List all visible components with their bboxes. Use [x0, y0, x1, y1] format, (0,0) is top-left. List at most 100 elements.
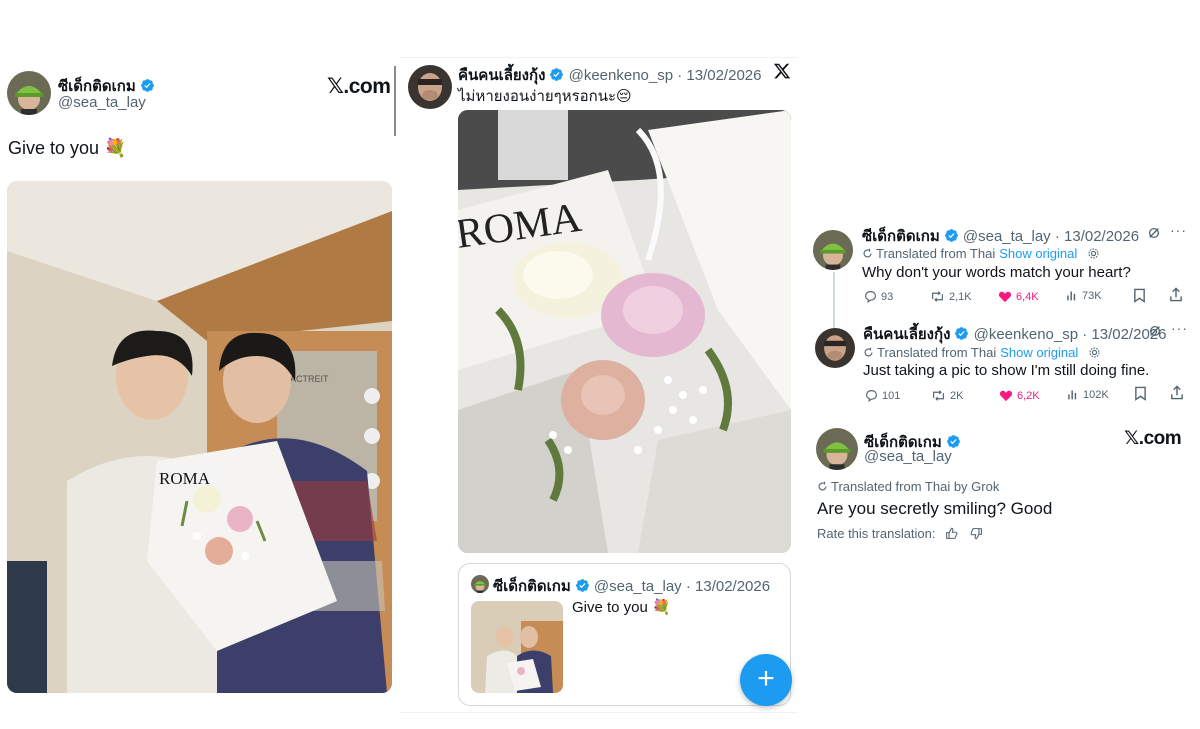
- verified-badge-icon: [954, 326, 969, 341]
- avatar[interactable]: [815, 328, 855, 368]
- quoted-tweet-thumbnail: [471, 601, 563, 693]
- like-icon: [999, 390, 1013, 402]
- tweet-text: Give to you 💐: [8, 138, 127, 158]
- display-name[interactable]: คืนคนเลี้ยงกุ้ง: [863, 326, 950, 343]
- display-name[interactable]: คืนคนเลี้ยงกุ้ง: [458, 67, 545, 84]
- avatar[interactable]: [7, 71, 51, 115]
- tweet-date: · 13/02/2026: [685, 578, 771, 595]
- reply-count: 101: [882, 390, 901, 402]
- user-handle[interactable]: @keenkeno_sp: [974, 326, 1078, 343]
- tweet-text: Just taking a pic to show I'm still doin…: [863, 362, 1150, 379]
- verified-badge-icon: [575, 578, 590, 593]
- avatar-image: [471, 575, 489, 593]
- verified-badge-icon: [549, 67, 564, 82]
- user-handle[interactable]: @sea_ta_lay: [864, 448, 952, 465]
- avatar-image: [7, 71, 51, 115]
- views-action[interactable]: 102K: [1067, 388, 1109, 401]
- settings-icon[interactable]: [1088, 346, 1101, 359]
- views-icon: [1067, 291, 1076, 301]
- reply-count: 93: [881, 291, 894, 303]
- views-count: 73K: [1082, 290, 1102, 302]
- photo-wall-text: ACTREIT: [290, 374, 329, 384]
- like-action[interactable]: 6,4K: [998, 290, 1039, 303]
- display-name-text: ซีเด็กติดเกม: [58, 78, 136, 95]
- translated-label: Translated from Thai: [877, 345, 997, 360]
- repost-count: 2K: [950, 390, 964, 402]
- like-action[interactable]: 6,2K: [999, 389, 1040, 402]
- translation-notice: Translated from Thai Show original: [862, 246, 1100, 261]
- views-icon: [1068, 390, 1077, 400]
- grok-icon[interactable]: [1148, 324, 1162, 343]
- reply-action[interactable]: 93: [864, 290, 894, 304]
- avatar-image: [813, 230, 853, 270]
- quoted-tweet-text: Give to you 💐: [572, 599, 671, 616]
- thumbs-up-icon[interactable]: [945, 527, 958, 540]
- reply-icon: [865, 291, 876, 304]
- share-icon[interactable]: [1169, 287, 1183, 307]
- thumbnail-image: [471, 601, 563, 693]
- avatar-image: [408, 65, 452, 109]
- avatar[interactable]: [813, 230, 853, 270]
- photo-image: ACTREIT ROMA: [7, 181, 392, 693]
- like-icon: [998, 291, 1012, 303]
- avatar-image: [815, 328, 855, 368]
- more-icon[interactable]: ···: [1171, 320, 1188, 336]
- divider: [400, 57, 798, 58]
- user-handle[interactable]: @keenkeno_sp: [569, 67, 673, 84]
- avatar: [471, 575, 489, 593]
- settings-icon[interactable]: [1087, 247, 1100, 260]
- compose-plus-button[interactable]: +: [740, 654, 792, 706]
- quoted-tweet-header: ซีเด็กติดเกม @sea_ta_lay · 13/02/2026: [493, 574, 770, 598]
- tweet-text: Are you secretly smiling? Good: [817, 499, 1053, 518]
- thread-connector-line: [833, 272, 835, 328]
- show-original-link[interactable]: Show original: [999, 246, 1077, 261]
- tweet-text: Why don't your words match your heart?: [862, 264, 1131, 281]
- user-handle[interactable]: @sea_ta_lay: [58, 94, 146, 111]
- translate-icon: [863, 248, 872, 258]
- grok-icon[interactable]: [1147, 226, 1161, 245]
- tweet-header: คืนคนเลี้ยงกุ้ง @keenkeno_sp · 13/02/202…: [863, 322, 1166, 346]
- views-action[interactable]: 73K: [1066, 289, 1102, 302]
- display-name[interactable]: ซีเด็กติดเกม: [862, 228, 940, 245]
- repost-count: 2,1K: [949, 291, 972, 303]
- user-handle[interactable]: @sea_ta_lay: [963, 228, 1051, 245]
- verified-badge-icon: [944, 228, 959, 243]
- display-name: ซีเด็กติดเกม: [493, 578, 571, 595]
- translation-notice: Translated from Thai Show original: [863, 345, 1101, 360]
- repost-action[interactable]: 2K: [931, 389, 963, 402]
- avatar[interactable]: [816, 428, 858, 470]
- column-divider: [394, 66, 396, 136]
- verified-badge-icon: [946, 434, 961, 449]
- avatar[interactable]: [408, 65, 452, 109]
- x-logo-icon: [773, 62, 791, 80]
- tweet-header: ซีเด็กติดเกม @sea_ta_lay · 13/02/2026: [862, 224, 1139, 248]
- translate-icon: [864, 347, 873, 357]
- bookmark-icon[interactable]: [1134, 386, 1147, 406]
- repost-action[interactable]: 2,1K: [930, 290, 972, 303]
- like-count: 6,2K: [1017, 390, 1040, 402]
- translated-label: Translated from Thai by Grok: [831, 479, 1000, 494]
- verified-badge-icon: [140, 78, 155, 93]
- bookmark-icon[interactable]: [1133, 288, 1146, 308]
- thumbs-down-icon[interactable]: [970, 527, 983, 540]
- photo-image: ROMA: [458, 110, 791, 553]
- translated-label: Translated from Thai: [876, 246, 996, 261]
- like-count: 6,4K: [1016, 291, 1039, 303]
- photo-sign-text: ROMA: [159, 469, 211, 488]
- more-icon[interactable]: ···: [1170, 222, 1187, 238]
- rate-translation-label: Rate this translation:: [817, 526, 936, 541]
- show-original-link[interactable]: Show original: [1000, 345, 1078, 360]
- views-count: 102K: [1083, 389, 1109, 401]
- repost-icon: [933, 390, 944, 401]
- tweet-text: ไม่หายงอนง่ายๆหรอกนะ😔: [458, 88, 632, 105]
- tweet-date[interactable]: · 13/02/2026: [1055, 228, 1139, 245]
- tweet-date[interactable]: · 13/02/2026: [677, 67, 761, 84]
- rate-translation: Rate this translation:: [817, 526, 983, 541]
- reply-action[interactable]: 101: [865, 389, 901, 403]
- tweet-photo[interactable]: ACTREIT ROMA: [7, 181, 392, 693]
- tweet-photo[interactable]: ROMA: [458, 110, 791, 553]
- share-icon[interactable]: [1170, 385, 1184, 405]
- translation-notice: Translated from Thai by Grok: [817, 479, 999, 494]
- x-brand-logo: 𝕏.com: [1124, 428, 1182, 449]
- repost-icon: [932, 291, 943, 302]
